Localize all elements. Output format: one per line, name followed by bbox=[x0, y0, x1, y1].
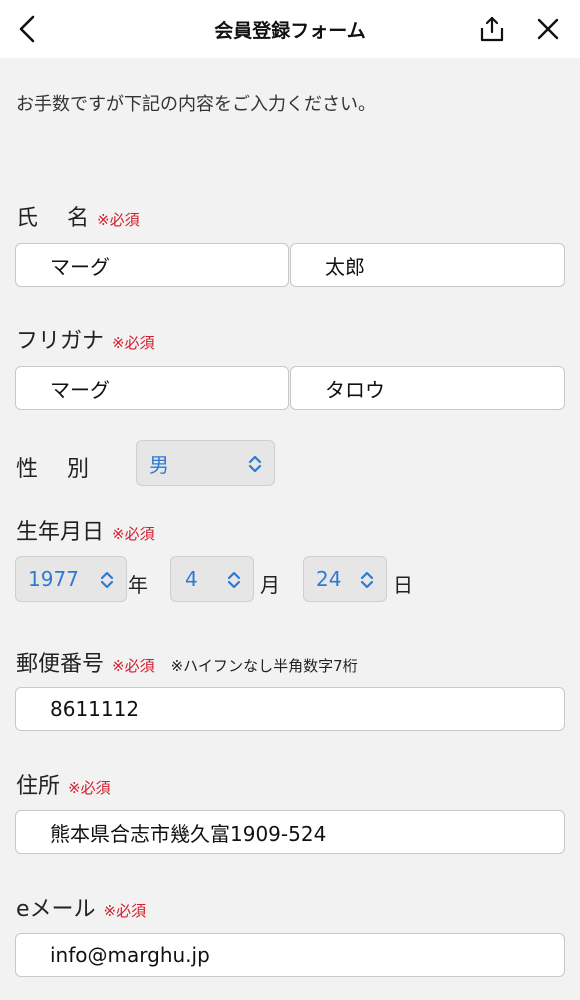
page-title: 会員登録フォーム bbox=[214, 19, 366, 42]
close-icon bbox=[537, 18, 559, 40]
gender-label: 性 別 bbox=[16, 457, 89, 482]
chevron-left-icon bbox=[19, 15, 35, 43]
required-mark: ※必須 bbox=[97, 210, 140, 229]
share-button[interactable] bbox=[472, 9, 512, 49]
gender-select[interactable]: 男 bbox=[136, 440, 275, 486]
first-name-kana-input[interactable]: タロウ bbox=[290, 366, 565, 410]
required-mark: ※必須 bbox=[112, 656, 155, 675]
birth-day-select[interactable]: 24 bbox=[303, 556, 387, 602]
birth-year-select[interactable]: 1977 bbox=[15, 556, 127, 602]
last-name-kana-input[interactable]: マーグ bbox=[15, 366, 289, 410]
year-unit: 年 bbox=[128, 573, 148, 597]
email-input[interactable]: info@marghu.jp bbox=[15, 933, 565, 977]
last-name-input[interactable]: マーグ bbox=[15, 243, 289, 287]
chevron-updown-icon bbox=[248, 455, 262, 473]
address-input[interactable]: 熊本県合志市幾久富1909-524 bbox=[15, 810, 565, 854]
birth-month-value: 4 bbox=[185, 567, 198, 591]
birthdate-label: 生年月日 ※必須 bbox=[16, 520, 155, 545]
required-mark: ※必須 bbox=[112, 333, 155, 352]
share-icon bbox=[480, 16, 504, 42]
birth-month-select[interactable]: 4 bbox=[170, 556, 254, 602]
chevron-updown-icon bbox=[360, 571, 374, 589]
month-unit: 月 bbox=[260, 573, 280, 597]
postal-note: ※ハイフンなし半角数字7桁 bbox=[170, 656, 358, 675]
back-button[interactable] bbox=[8, 9, 48, 49]
address-label: 住所 ※必須 bbox=[16, 774, 111, 799]
chevron-updown-icon bbox=[100, 571, 114, 589]
day-unit: 日 bbox=[393, 573, 413, 597]
email-label: eメール ※必須 bbox=[16, 897, 147, 922]
name-label: 氏 名 ※必須 bbox=[16, 206, 140, 231]
gender-value: 男 bbox=[149, 452, 169, 477]
chevron-updown-icon bbox=[227, 571, 241, 589]
furigana-label: フリガナ ※必須 bbox=[16, 329, 155, 354]
intro-text: お手数ですが下記の内容をご入力ください。 bbox=[16, 94, 376, 115]
postal-code-input[interactable]: 8611112 bbox=[15, 687, 565, 731]
birth-year-value: 1977 bbox=[28, 567, 79, 591]
postal-label: 郵便番号 ※必須 ※ハイフンなし半角数字7桁 bbox=[16, 652, 358, 677]
first-name-input[interactable]: 太郎 bbox=[290, 243, 565, 287]
birth-day-value: 24 bbox=[316, 567, 342, 591]
required-mark: ※必須 bbox=[68, 778, 111, 797]
required-mark: ※必須 bbox=[103, 901, 147, 920]
required-mark: ※必須 bbox=[112, 524, 155, 543]
header-bar: 会員登録フォーム bbox=[0, 0, 580, 58]
close-button[interactable] bbox=[528, 9, 568, 49]
